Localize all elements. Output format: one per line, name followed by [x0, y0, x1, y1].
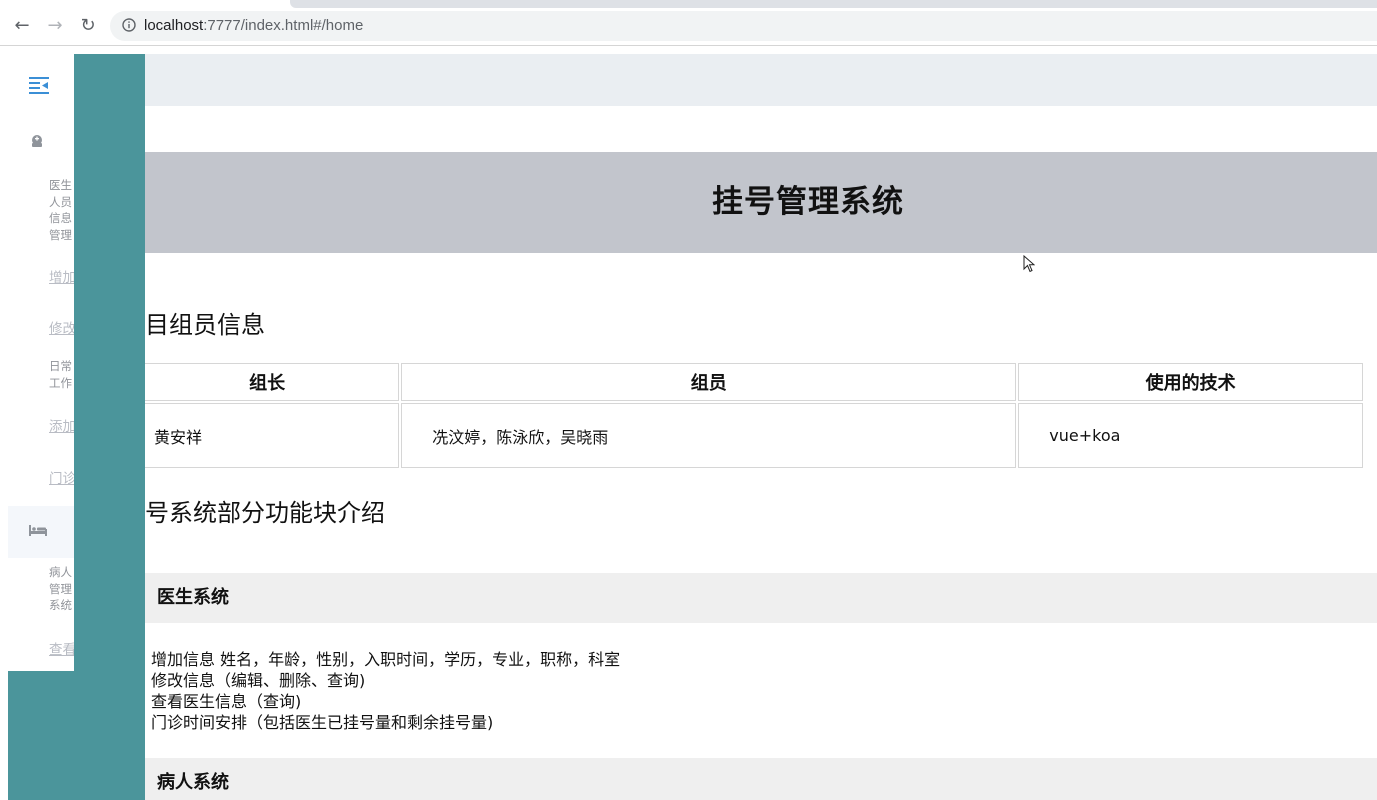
team-table: 组长 组员 使用的技术 黄安祥 冼汶婷，陈泳欣，吴晓雨 vue+koa — [145, 361, 1365, 470]
address-bar[interactable]: localhost:7777/index.html#/home — [110, 11, 1377, 41]
menu-collapse-icon[interactable] — [28, 74, 50, 96]
sidebar-group-doctor: 医生 人员 信息 管理 — [49, 178, 72, 242]
page-title: 挂号管理系统 — [712, 184, 904, 220]
sidebar: 医生 人员 信息 管理 增加 修改 日常 工作 添加 门诊 病人 管理 系统 查… — [8, 54, 74, 671]
header-leader: 组长 — [145, 363, 400, 401]
sidebar-link-add-2[interactable]: 添加 — [49, 415, 74, 435]
sidebar-link-view[interactable]: 查看 — [49, 638, 74, 658]
sidebar-link-add[interactable]: 增加 — [49, 266, 74, 286]
forward-icon[interactable]: → — [43, 14, 67, 38]
sidebar-group-patient: 病人 管理 系统 — [49, 565, 72, 612]
url-path: :7777/index.html#/home — [203, 17, 364, 34]
browser-toolbar: ← → ↻ localhost:7777/index.html#/home — [0, 8, 1377, 46]
patient-system-title: 病人系统 — [157, 772, 229, 793]
tab-bar — [290, 0, 1377, 8]
url-host: localhost — [144, 17, 204, 34]
reload-icon[interactable]: ↻ — [76, 14, 100, 38]
list-item: 增加信息 姓名，年龄，性别，入职时间，学历，专业，职称，科室 — [151, 650, 621, 669]
bed-icon — [29, 525, 47, 536]
tab-strip — [0, 0, 1377, 8]
url-text[interactable]: localhost:7777/index.html#/home — [144, 11, 363, 41]
list-item: 门诊时间安排（包括医生已挂号量和剩余挂号量) — [151, 713, 494, 732]
sidebar-link-edit[interactable]: 修改 — [49, 317, 74, 337]
patient-system-heading: 病人系统 — [145, 758, 1377, 800]
sidebar-group-daily: 日常 工作 — [49, 359, 72, 390]
table-row: 黄安祥 冼汶婷，陈泳欣，吴晓雨 vue+koa — [145, 403, 1363, 468]
site-info-icon[interactable] — [122, 18, 136, 32]
sidebar-divider-strip — [74, 54, 145, 800]
list-item: 查看医生信息（查询) — [151, 692, 302, 711]
list-item: 修改信息（编辑、删除、查询) — [151, 671, 366, 690]
header-tech: 使用的技术 — [1018, 363, 1363, 401]
table-header-row: 组长 组员 使用的技术 — [145, 363, 1363, 401]
header-band — [145, 54, 1377, 106]
back-icon[interactable]: ← — [10, 14, 34, 38]
features-section-title: 号系统部分功能块介绍 — [145, 499, 385, 527]
title-banner: 挂号管理系统 — [145, 152, 1377, 253]
doctor-system-title: 医生系统 — [157, 587, 229, 608]
sidebar-footer-block — [8, 671, 74, 800]
cell-tech: vue+koa — [1018, 403, 1363, 468]
doctor-system-heading: 医生系统 — [145, 573, 1377, 623]
sidebar-link-clinic[interactable]: 门诊 — [49, 467, 74, 487]
cell-members: 冼汶婷，陈泳欣，吴晓雨 — [401, 403, 1017, 468]
doctor-icon — [32, 135, 42, 147]
team-section-title: 目组员信息 — [145, 311, 265, 339]
header-members: 组员 — [401, 363, 1017, 401]
main-content: 挂号管理系统 目组员信息 组长 组员 使用的技术 黄安祥 冼汶婷，陈泳欣，吴晓雨… — [145, 54, 1377, 800]
mouse-cursor-icon — [1023, 255, 1035, 273]
cell-leader: 黄安祥 — [145, 403, 400, 468]
doctor-feature-list: 增加信息 姓名，年龄，性别，入职时间，学历，专业，职称，科室 修改信息（编辑、删… — [151, 649, 620, 733]
